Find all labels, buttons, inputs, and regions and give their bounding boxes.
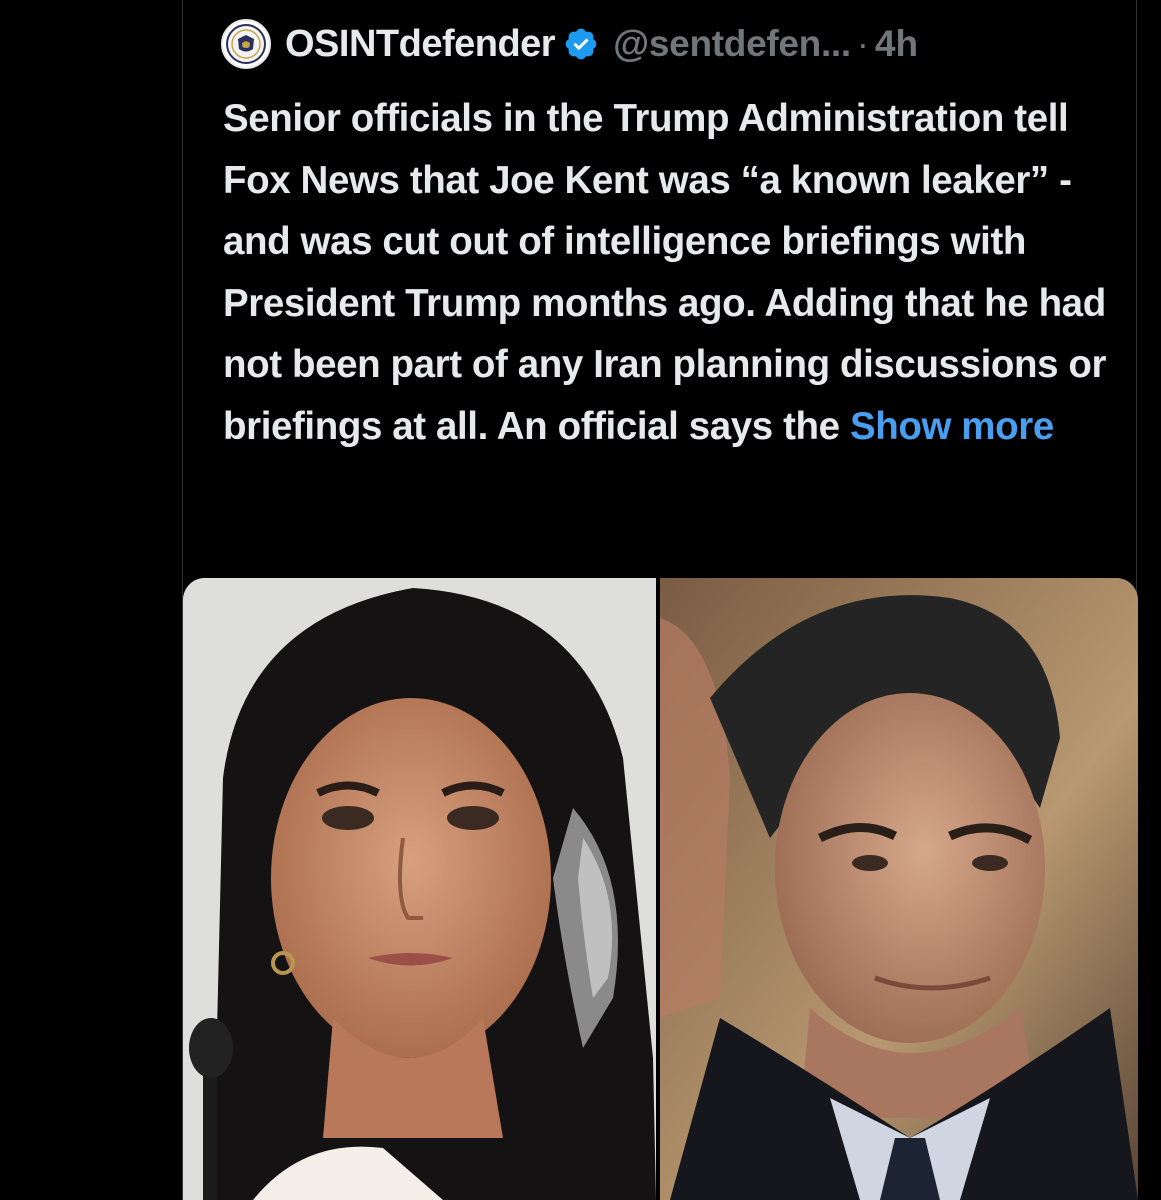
media-grid [183,578,1138,1200]
separator-dot: · [856,23,869,64]
timestamp[interactable]: 4h [875,23,918,65]
tweet-card[interactable]: OSINTdefender @sentdefen... · 4h Senior … [182,0,1138,1200]
osint-seal-icon [226,24,266,64]
man-portrait-photo[interactable] [660,578,1138,1200]
show-more-link[interactable]: Show more [850,405,1054,448]
tweet-text: Senior officials in the Trump Administra… [223,88,1123,457]
tweet-body: Senior officials in the Trump Administra… [223,97,1107,448]
page: OSINTdefender @sentdefen... · 4h Senior … [0,0,1161,1200]
avatar[interactable] [221,19,271,69]
tweet-header: OSINTdefender @sentdefen... · 4h [221,19,918,69]
woman-portrait-photo[interactable] [183,578,656,1200]
verified-badge-icon [563,26,599,62]
handle[interactable]: @sentdefen... [613,23,851,65]
display-name[interactable]: OSINTdefender [285,23,556,66]
